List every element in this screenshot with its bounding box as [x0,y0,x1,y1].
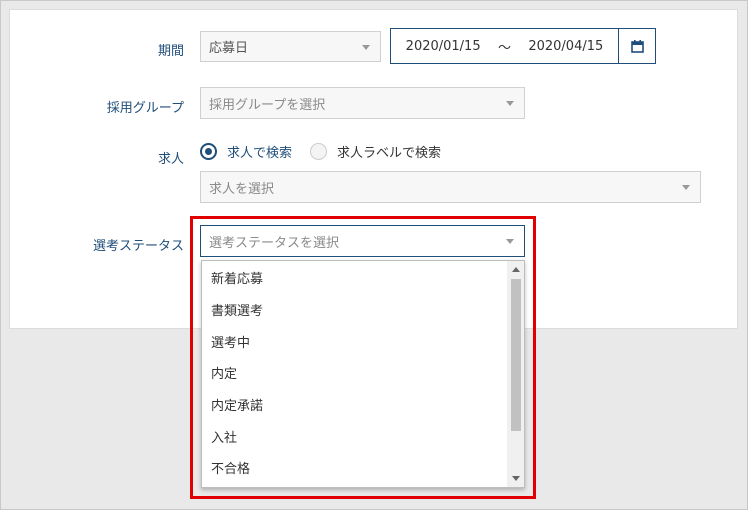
calendar-button[interactable] [618,28,656,64]
calendar-icon [630,39,644,53]
period-type-value: 応募日 [209,41,249,56]
date-from: 2020/01/15 [405,38,481,54]
highlight-box [190,216,536,499]
chevron-down-icon [362,44,370,50]
group-select[interactable]: 採用グループを選択 [200,87,525,119]
radio-job-label-search-label[interactable]: 求人ラベルで検索 [337,142,441,161]
group-label: 採用グループ [106,101,184,116]
job-placeholder: 求人を選択 [209,181,275,197]
date-to: 2020/04/15 [528,38,604,54]
period-label: 期間 [157,44,184,59]
radio-job-search[interactable] [200,143,217,160]
radio-job-label-search[interactable] [310,143,328,160]
group-placeholder: 採用グループを選択 [209,97,326,113]
job-label: 求人 [157,152,184,167]
chevron-down-icon [506,101,514,106]
radio-job-search-label[interactable]: 求人で検索 [227,142,292,161]
date-separator: 〜 [497,40,511,56]
chevron-down-icon [682,185,690,190]
job-select[interactable]: 求人を選択 [200,171,701,203]
job-search-mode: 求人で検索 求人ラベルで検索 [200,142,459,161]
status-label: 選考ステータス [92,239,184,254]
date-range-input[interactable]: 2020/01/15 〜 2020/04/15 [390,28,619,64]
period-type-select[interactable]: 応募日 [200,31,381,62]
